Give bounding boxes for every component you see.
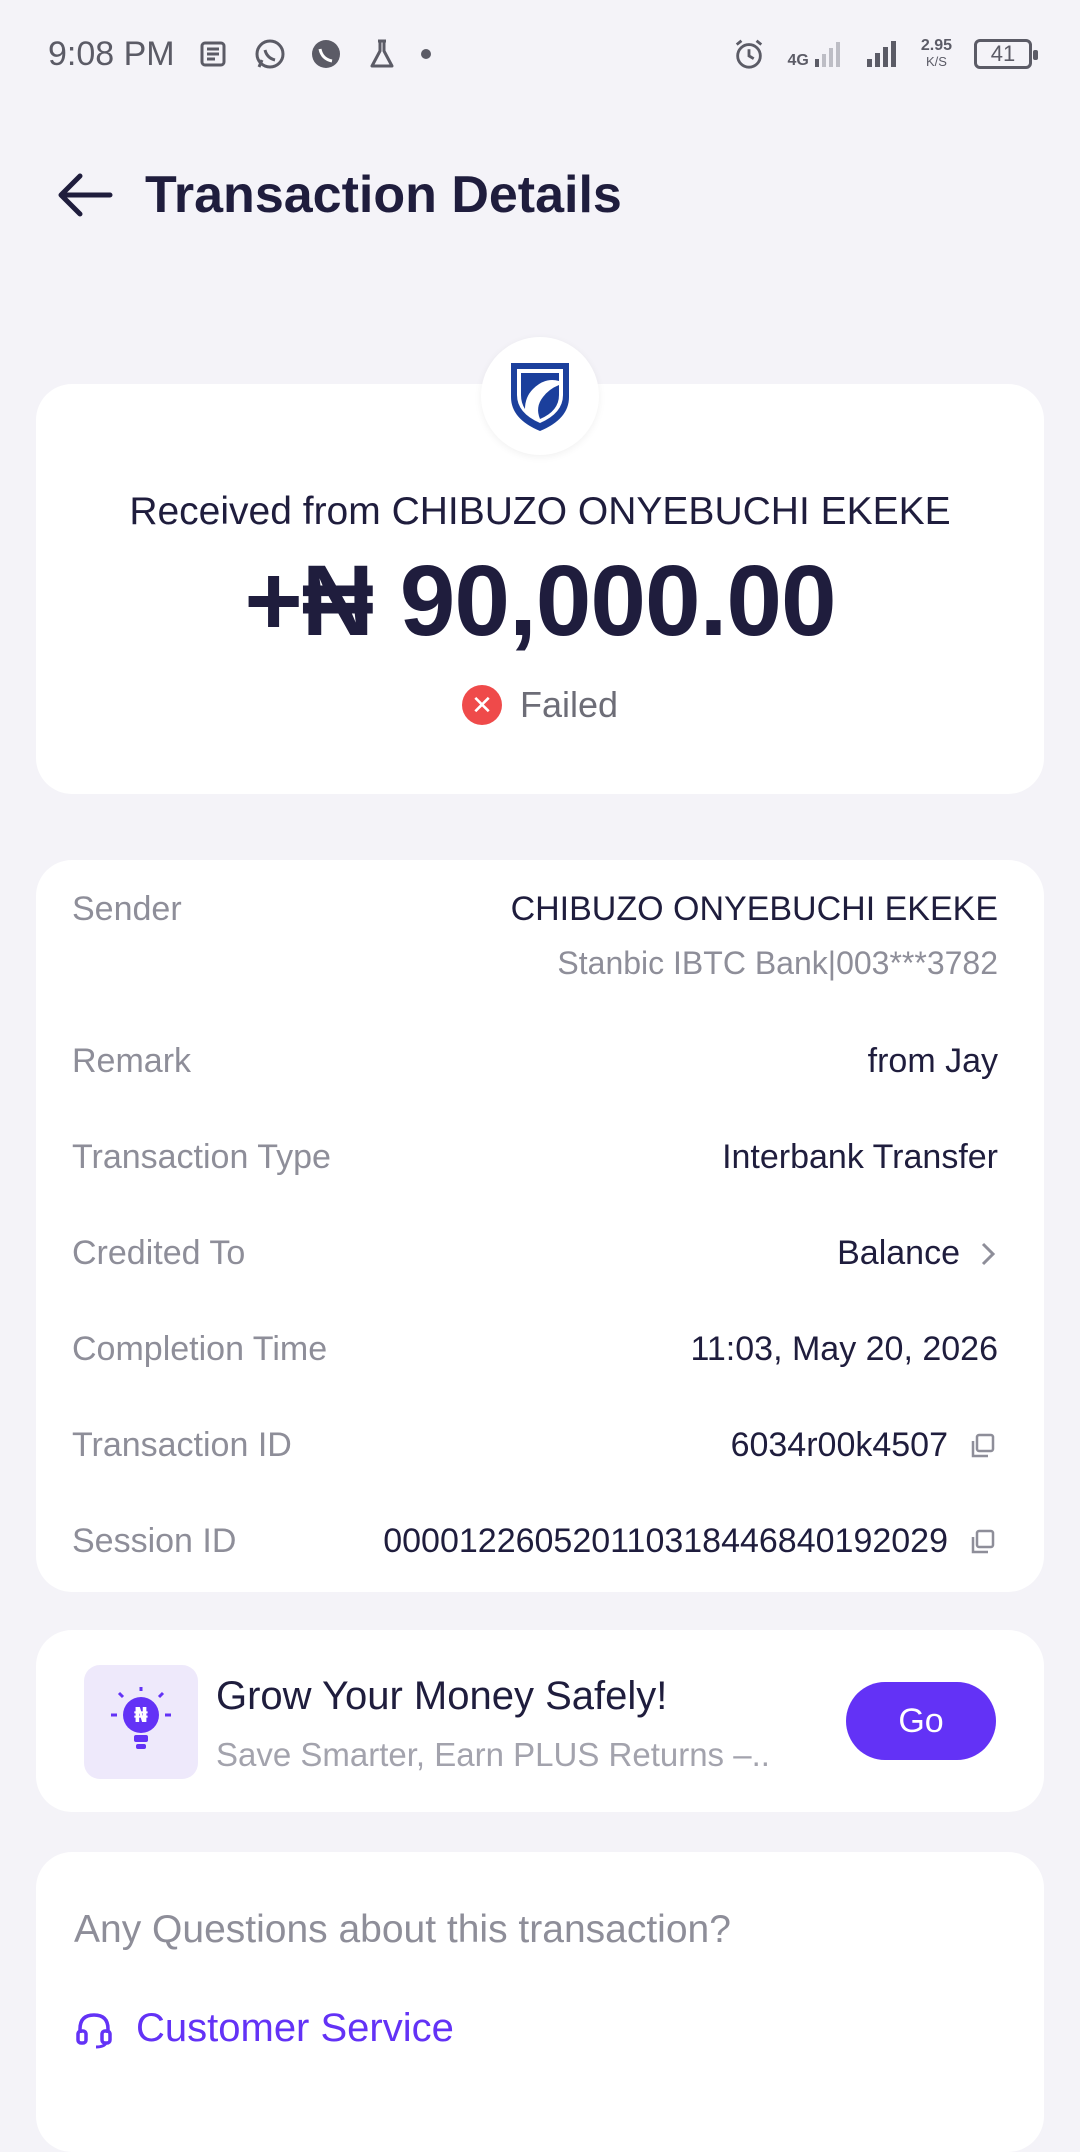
- promo-subtitle: Save Smarter, Earn PLUS Returns –..: [216, 1736, 770, 1773]
- credited-to-row[interactable]: Credited To Balance: [72, 1234, 998, 1273]
- credited-to-text: Balance: [837, 1234, 960, 1272]
- customer-service-text: Customer Service: [136, 2006, 454, 2050]
- transaction-id-value: 6034r00k4507: [731, 1426, 998, 1465]
- help-card: Any Questions about this transaction? Cu…: [36, 1852, 1044, 2152]
- credited-to-label: Credited To: [72, 1234, 246, 1272]
- completion-time-label: Completion Time: [72, 1330, 328, 1368]
- details-card: Sender CHIBUZO ONYEBUCHI EKEKE Stanbic I…: [36, 860, 1044, 1592]
- svg-text:₦: ₦: [134, 1703, 148, 1727]
- lightbulb-naira-icon: ₦: [111, 1687, 171, 1749]
- whatsapp-icon: [253, 37, 287, 71]
- news-icon: [197, 37, 231, 71]
- completion-time-row: Completion Time 11:03, May 20, 2026: [72, 1330, 998, 1369]
- status-bar-left: 9:08 PM: [48, 35, 431, 74]
- remark-label: Remark: [72, 1042, 192, 1080]
- transaction-id-label: Transaction ID: [72, 1426, 292, 1464]
- go-button[interactable]: Go: [846, 1682, 996, 1760]
- transaction-type-label: Transaction Type: [72, 1138, 331, 1176]
- session-id-value: 000012260520110318446840192029: [383, 1522, 998, 1561]
- remark-row: Remark from Jay: [72, 1042, 998, 1081]
- status-time: 9:08 PM: [48, 34, 175, 73]
- transaction-id-row: Transaction ID 6034r00k4507: [72, 1426, 998, 1465]
- page-header: Transaction Details: [0, 150, 1080, 240]
- sender-row: Sender CHIBUZO ONYEBUCHI EKEKE Stanbic I…: [72, 890, 998, 982]
- page-title: Transaction Details: [145, 166, 622, 224]
- transaction-type-row: Transaction Type Interbank Transfer: [72, 1138, 998, 1177]
- headset-icon: [76, 2012, 112, 2048]
- transaction-id-text: 6034r00k4507: [730, 1426, 948, 1464]
- chevron-right-icon: [981, 1242, 996, 1265]
- help-question: Any Questions about this transaction?: [74, 1908, 731, 1951]
- remark-value: from Jay: [867, 1042, 998, 1080]
- alarm-icon: [732, 37, 766, 71]
- back-button[interactable]: [50, 160, 120, 230]
- network-4g: 4G: [788, 39, 843, 69]
- stanbic-shield-icon: [511, 363, 569, 431]
- signal-icon: [866, 41, 896, 67]
- session-id-label: Session ID: [72, 1522, 237, 1560]
- network-speed: 2.95 K/S: [921, 38, 952, 70]
- status-row: ✕ Failed: [36, 684, 1044, 726]
- copy-icon[interactable]: [966, 1526, 998, 1558]
- signal-sim1-icon: [814, 42, 840, 67]
- sender-bank: Stanbic IBTC Bank|003***3782: [557, 945, 998, 981]
- sender-label: Sender: [72, 890, 182, 928]
- transaction-type-value: Interbank Transfer: [722, 1138, 998, 1176]
- status-text: Failed: [519, 684, 619, 725]
- speed-value: 2.95: [920, 37, 952, 54]
- flask-icon: [365, 37, 399, 71]
- battery-indicator: 41: [974, 39, 1038, 69]
- status-bar: 9:08 PM 4G 2.95 K/S 41: [0, 0, 1080, 108]
- credited-to-value[interactable]: Balance: [837, 1234, 998, 1273]
- copy-icon[interactable]: [966, 1430, 998, 1462]
- customer-service-link[interactable]: Customer Service: [74, 2006, 454, 2051]
- arrow-left-icon: [58, 173, 113, 217]
- completion-time-value: 11:03, May 20, 2026: [690, 1330, 998, 1368]
- speed-unit: K/S: [925, 54, 947, 69]
- transaction-amount: +₦ 90,000.00: [244, 545, 836, 657]
- network-type: 4G: [787, 52, 809, 69]
- failed-x-icon: ✕: [461, 685, 502, 725]
- promo-title: Grow Your Money Safely!: [216, 1674, 668, 1718]
- sender-value: CHIBUZO ONYEBUCHI EKEKE Stanbic IBTC Ban…: [511, 890, 998, 982]
- session-id-text: 000012260520110318446840192029: [383, 1522, 948, 1560]
- session-id-row: Session ID 00001226052011031844684019202…: [72, 1522, 998, 1561]
- notification-dot: [420, 49, 431, 59]
- status-bar-right: 4G 2.95 K/S 41: [732, 37, 1038, 71]
- promo-icon-box: ₦: [84, 1665, 198, 1779]
- whatsapp-business-icon: [309, 37, 343, 71]
- bank-logo: [481, 337, 599, 455]
- received-from-text: Received from CHIBUZO ONYEBUCHI EKEKE: [129, 490, 951, 533]
- promo-card[interactable]: ₦ Grow Your Money Safely! Save Smarter, …: [36, 1630, 1044, 1812]
- sender-name: CHIBUZO ONYEBUCHI EKEKE: [510, 890, 998, 928]
